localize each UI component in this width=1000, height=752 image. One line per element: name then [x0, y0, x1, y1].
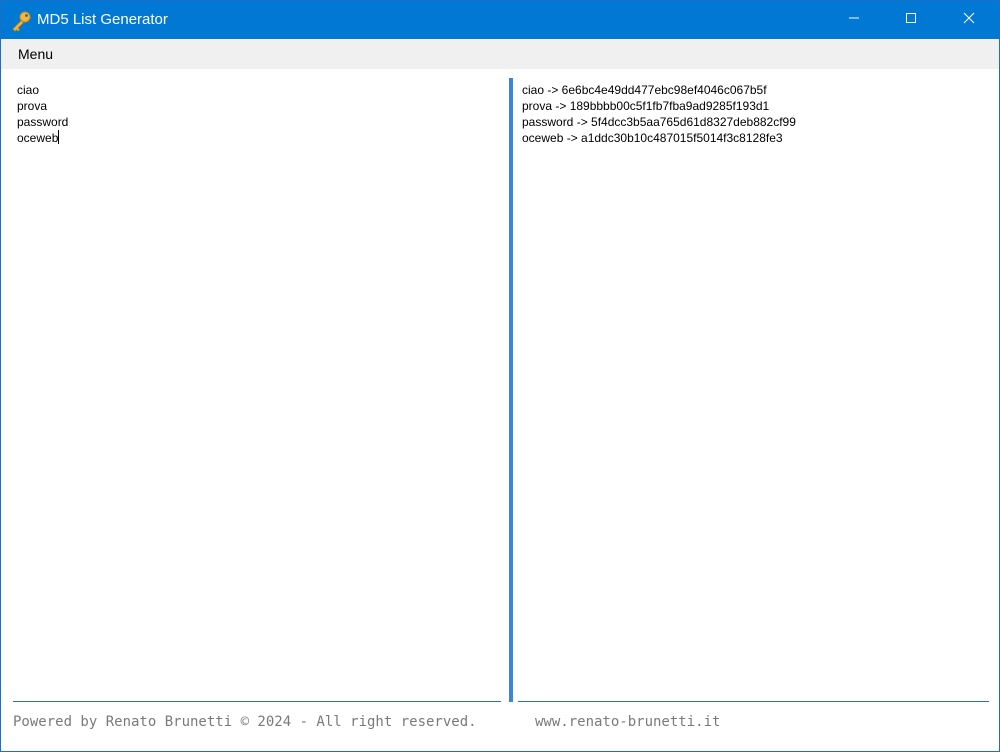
footer-divider-right: [518, 701, 989, 702]
minimize-icon: [848, 11, 860, 29]
output-line: prova -> 189bbbb00c5f1fb7fba9ad9285f193d…: [522, 99, 770, 113]
window-title: MD5 List Generator: [37, 11, 168, 28]
output-line: ciao -> 6e6bc4e49dd477ebc98ef4046c067b5f: [522, 83, 767, 97]
text-caret: [58, 130, 60, 144]
close-icon: [963, 11, 975, 29]
maximize-button[interactable]: [882, 1, 940, 39]
footer-divider-left: [13, 701, 501, 702]
input-line: prova: [17, 99, 48, 113]
output-text-area[interactable]: ciao -> 6e6bc4e49dd477ebc98ef4046c067b5f…: [522, 82, 982, 146]
maximize-icon: [905, 11, 917, 29]
input-text-area[interactable]: ciao prova password oceweb: [17, 82, 497, 146]
output-line: password -> 5f4dcc3b5aa765d61d8327deb882…: [522, 115, 796, 129]
output-line: oceweb -> a1ddc30b10c487015f5014f3c8128f…: [522, 131, 783, 145]
input-line: ciao: [17, 83, 40, 97]
minimize-button[interactable]: [825, 1, 883, 39]
footer-copyright: Powered by Renato Brunetti © 2024 - All …: [13, 714, 477, 730]
menu-item-menu[interactable]: Menu: [18, 45, 53, 63]
input-line-with-caret: oceweb: [17, 130, 497, 146]
key-icon: [10, 10, 32, 32]
app-window: MD5 List Generator Menu ciao prova passw…: [0, 0, 1000, 752]
title-bar[interactable]: MD5 List Generator: [1, 1, 999, 39]
pane-splitter[interactable]: [509, 78, 513, 702]
close-button[interactable]: [940, 1, 998, 39]
menu-bar: Menu: [1, 39, 999, 69]
input-line: password: [17, 115, 69, 129]
footer-website-link[interactable]: www.renato-brunetti.it: [535, 714, 720, 730]
input-line: oceweb: [17, 131, 59, 145]
